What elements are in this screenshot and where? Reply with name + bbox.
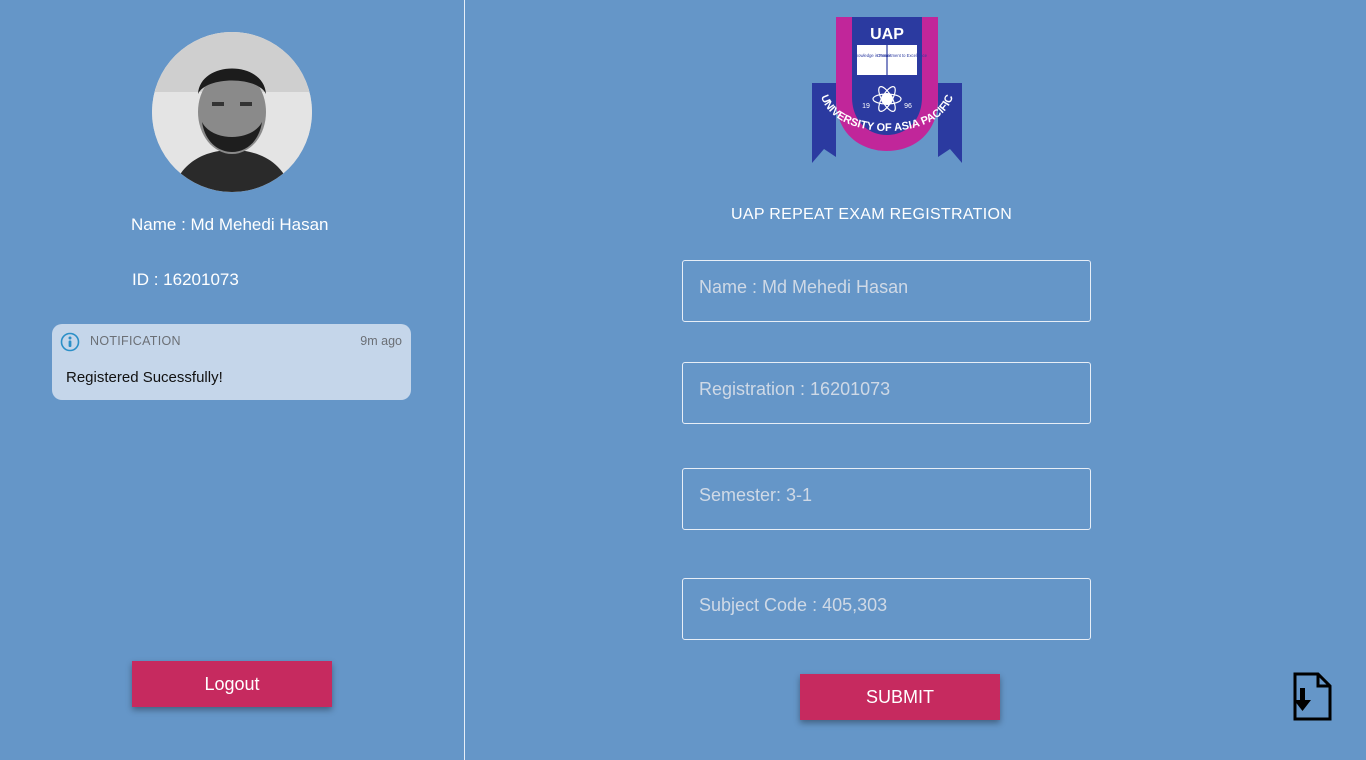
info-circle-icon	[60, 332, 80, 352]
name-field-placeholder: Name : Md Mehedi Hasan	[699, 277, 909, 297]
registration-field[interactable]: Registration : 16201073	[682, 362, 1091, 424]
subject-code-field-placeholder: Subject Code : 405,303	[699, 595, 888, 615]
form-title: UAP REPEAT EXAM REGISTRATION	[731, 206, 1013, 223]
registration-field-placeholder: Registration : 16201073	[699, 379, 891, 399]
svg-text:UAP: UAP	[870, 26, 904, 43]
notification-card[interactable]: NOTIFICATION 9m ago Registered Sucessful…	[52, 324, 411, 400]
file-download-icon[interactable]	[1292, 672, 1332, 722]
svg-text:19: 19	[862, 103, 870, 110]
avatar-photo	[152, 32, 312, 192]
panel-divider	[464, 0, 465, 760]
profile-name: Name : Md Mehedi Hasan	[131, 215, 329, 234]
notification-title: NOTIFICATION	[90, 334, 181, 348]
profile-avatar	[152, 32, 312, 192]
submit-button[interactable]: SUBMIT	[800, 674, 1000, 720]
notification-time: 9m ago	[360, 334, 402, 348]
semester-field[interactable]: Semester: 3-1	[682, 468, 1091, 530]
logout-button[interactable]: Logout	[132, 661, 332, 707]
notification-message: Registered Sucessfully!	[66, 369, 223, 386]
subject-code-field[interactable]: Subject Code : 405,303	[682, 578, 1091, 640]
uap-logo: UAP Knowledge is Power Commitment to Exc…	[812, 17, 962, 163]
svg-text:96: 96	[904, 103, 912, 110]
svg-text:Commitment to Excellence: Commitment to Excellence	[877, 53, 927, 58]
semester-field-placeholder: Semester: 3-1	[699, 485, 813, 505]
profile-id: ID : 16201073	[132, 270, 239, 289]
name-field[interactable]: Name : Md Mehedi Hasan	[682, 260, 1091, 322]
